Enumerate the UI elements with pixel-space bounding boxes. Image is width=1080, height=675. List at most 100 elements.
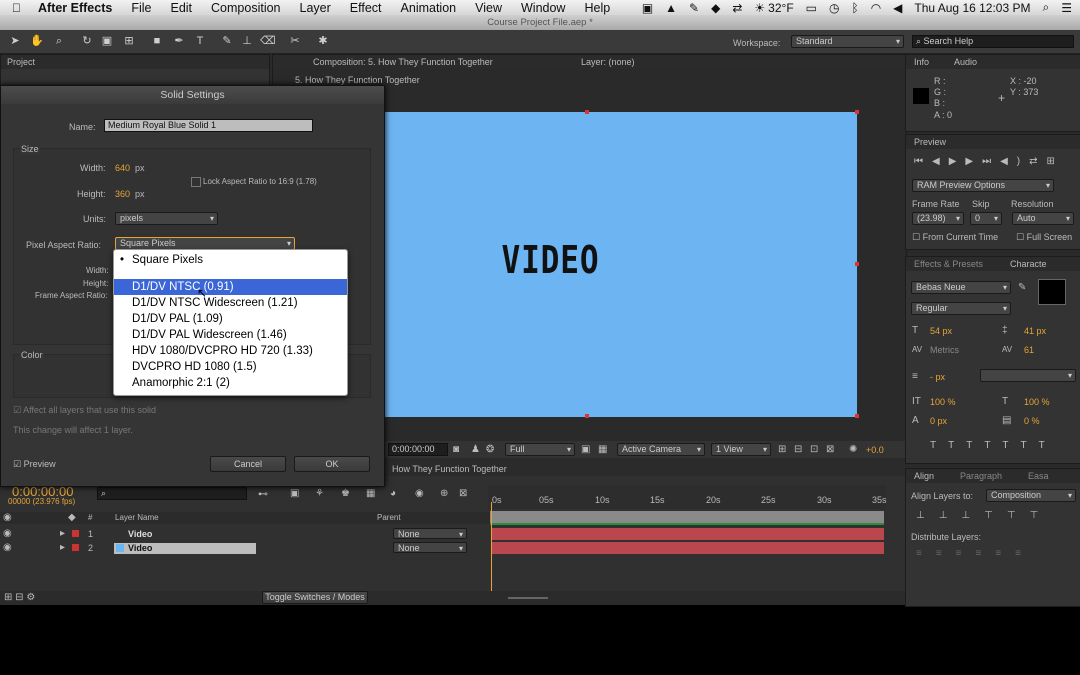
- menu-view[interactable]: View: [475, 1, 502, 15]
- motion-blur-icon[interactable]: ◕: [390, 489, 396, 499]
- leading-value[interactable]: 41 px: [1024, 326, 1046, 336]
- bluetooth-icon[interactable]: ᛒ: [851, 1, 858, 15]
- menu-help[interactable]: Help: [584, 1, 610, 15]
- transparency-grid-icon[interactable]: ▦: [598, 445, 607, 455]
- type-tool-icon[interactable]: T: [193, 34, 207, 48]
- sync-icon[interactable]: ⇄: [732, 1, 742, 15]
- wrench-icon[interactable]: ✎: [689, 1, 699, 15]
- puppet-tool-icon[interactable]: ✱: [316, 34, 330, 48]
- from-current-checkbox[interactable]: ☐ From Current Time: [912, 232, 998, 243]
- kerning-value[interactable]: Metrics: [930, 345, 959, 355]
- menu-layer[interactable]: Layer: [300, 1, 331, 15]
- menu-composition[interactable]: Composition: [211, 1, 280, 15]
- layer-duration-bar[interactable]: [492, 542, 884, 554]
- exposure-icon[interactable]: ✺: [849, 445, 857, 455]
- zoom-tool-icon[interactable]: ⌕: [52, 34, 66, 48]
- tab-audio[interactable]: Audio: [954, 57, 977, 67]
- search-help-input[interactable]: ⌕ Search Help: [912, 35, 1074, 48]
- frame-blend-icon[interactable]: ▦: [366, 489, 375, 499]
- handle-right[interactable]: [855, 262, 859, 266]
- layer-name[interactable]: Video: [128, 529, 152, 539]
- footer-toggle-icon[interactable]: ⊞ ⊟ ⚙: [4, 593, 35, 603]
- tab-effects-presets[interactable]: Effects & Presets: [914, 259, 983, 269]
- tab-preview[interactable]: Preview: [914, 137, 946, 147]
- pan-behind-tool-icon[interactable]: ⊞: [122, 34, 136, 48]
- lock-aspect-checkbox[interactable]: [191, 177, 201, 187]
- volume-icon[interactable]: ◀: [893, 1, 902, 15]
- menu-animation[interactable]: Animation: [401, 1, 457, 15]
- ok-button[interactable]: OK: [294, 456, 370, 472]
- units-select[interactable]: pixels: [115, 212, 218, 225]
- region-icon[interactable]: ▣: [581, 445, 590, 455]
- comp-subtab[interactable]: 5. How They Function Together: [295, 75, 420, 85]
- resolution-select[interactable]: Full: [505, 443, 575, 456]
- handle-bottom[interactable]: [585, 414, 589, 418]
- full-screen-checkbox[interactable]: ☐ Full Screen: [1016, 232, 1072, 243]
- airplay-icon[interactable]: ▭: [806, 1, 817, 15]
- ram-preview-select[interactable]: RAM Preview Options: [912, 179, 1054, 192]
- menu-window[interactable]: Window: [521, 1, 565, 15]
- twirl-icon[interactable]: ▸: [60, 529, 65, 539]
- pen-tool-icon[interactable]: ✒: [172, 34, 186, 48]
- tab-align[interactable]: Align: [914, 471, 934, 481]
- dropbox-icon[interactable]: ◆: [711, 1, 720, 15]
- par-option-dvcpro[interactable]: DVCPRO HD 1080 (1.5): [114, 359, 347, 375]
- camera-tool-icon[interactable]: ▣: [100, 34, 114, 48]
- frame-rate-select[interactable]: (23.98): [912, 212, 964, 225]
- distribute-buttons-icon[interactable]: ≡≡≡≡≡≡: [916, 549, 1035, 559]
- tab-character[interactable]: Characte: [1010, 259, 1047, 269]
- time-ruler[interactable]: 0s 05s 10s 15s 20s 25s 30s 35s: [488, 485, 887, 509]
- toggle-switches-button[interactable]: Toggle Switches / Modes: [262, 591, 368, 604]
- label-color[interactable]: [72, 530, 79, 537]
- menu-app[interactable]: After Effects: [38, 1, 112, 15]
- menu-edit[interactable]: Edit: [170, 1, 192, 15]
- weather-icon[interactable]: ☀: [754, 1, 765, 15]
- wifi-icon[interactable]: ◠: [871, 1, 881, 15]
- eyedropper-icon[interactable]: ✎: [1018, 283, 1026, 293]
- label-color[interactable]: [72, 544, 79, 551]
- menu-file[interactable]: File: [131, 1, 151, 15]
- font-style-select[interactable]: Regular: [911, 302, 1011, 315]
- par-option-d1-ntsc[interactable]: D1/DV NTSC (0.91): [114, 279, 347, 295]
- eye-icon[interactable]: ◉: [3, 529, 12, 539]
- width-value[interactable]: 640: [115, 163, 130, 173]
- par-option-d1-pal-wide[interactable]: D1/DV PAL Widescreen (1.46): [114, 327, 347, 343]
- cancel-button[interactable]: Cancel: [210, 456, 286, 472]
- brush-tool-icon[interactable]: ✎: [220, 34, 234, 48]
- par-option-d1-ntsc-wide[interactable]: D1/DV NTSC Widescreen (1.21): [114, 295, 347, 311]
- affect-layers-checkbox[interactable]: ☑ Affect all layers that use this solid: [13, 405, 156, 416]
- fast-preview-icon[interactable]: ⊟: [794, 445, 802, 455]
- timeline-search-input[interactable]: ⌕: [97, 487, 247, 500]
- handle-top-right[interactable]: [855, 110, 859, 114]
- tab-timeline-comp[interactable]: How They Function Together: [392, 464, 507, 474]
- timeline-icon[interactable]: ⊡: [810, 445, 818, 455]
- name-field[interactable]: Medium Royal Blue Solid 1: [104, 119, 313, 132]
- fill-color-swatch[interactable]: [1038, 279, 1066, 305]
- graph-editor-icon[interactable]: ⊠: [459, 489, 467, 499]
- zoom-slider[interactable]: [508, 597, 548, 599]
- tab-layer[interactable]: Layer: (none): [581, 57, 635, 67]
- playhead[interactable]: [491, 502, 492, 594]
- font-family-select[interactable]: Bebas Neue: [911, 281, 1011, 294]
- exposure-value[interactable]: +0.0: [866, 445, 884, 455]
- parent-select[interactable]: None: [393, 528, 467, 540]
- tracking-value[interactable]: 61: [1024, 345, 1034, 355]
- shy-icon[interactable]: ♚: [341, 489, 350, 499]
- video-text-layer[interactable]: VIDEO: [384, 238, 717, 282]
- timemachine-icon[interactable]: ◷: [829, 1, 839, 15]
- vertical-scale-value[interactable]: 100 %: [930, 397, 956, 407]
- twirl-icon[interactable]: ▸: [60, 543, 65, 553]
- hat-icon[interactable]: ▲: [665, 1, 677, 15]
- layer-row[interactable]: ◉ ▸ 1 Video None: [0, 527, 490, 541]
- layer-duration-bar[interactable]: [492, 528, 884, 540]
- baseline-shift-value[interactable]: 0 px: [930, 416, 947, 426]
- list-icon[interactable]: ☰: [1061, 1, 1072, 15]
- rotate-tool-icon[interactable]: ↻: [80, 34, 94, 48]
- live-update-icon[interactable]: ▣: [290, 489, 299, 499]
- align-to-select[interactable]: Composition: [986, 489, 1076, 502]
- handle-top[interactable]: [585, 110, 589, 114]
- horizontal-scale-value[interactable]: 100 %: [1024, 397, 1050, 407]
- tab-easing[interactable]: Easa: [1028, 471, 1049, 481]
- color-channels-icon[interactable]: ❂: [486, 445, 494, 455]
- tab-composition[interactable]: Composition: 5. How They Function Togeth…: [313, 57, 493, 67]
